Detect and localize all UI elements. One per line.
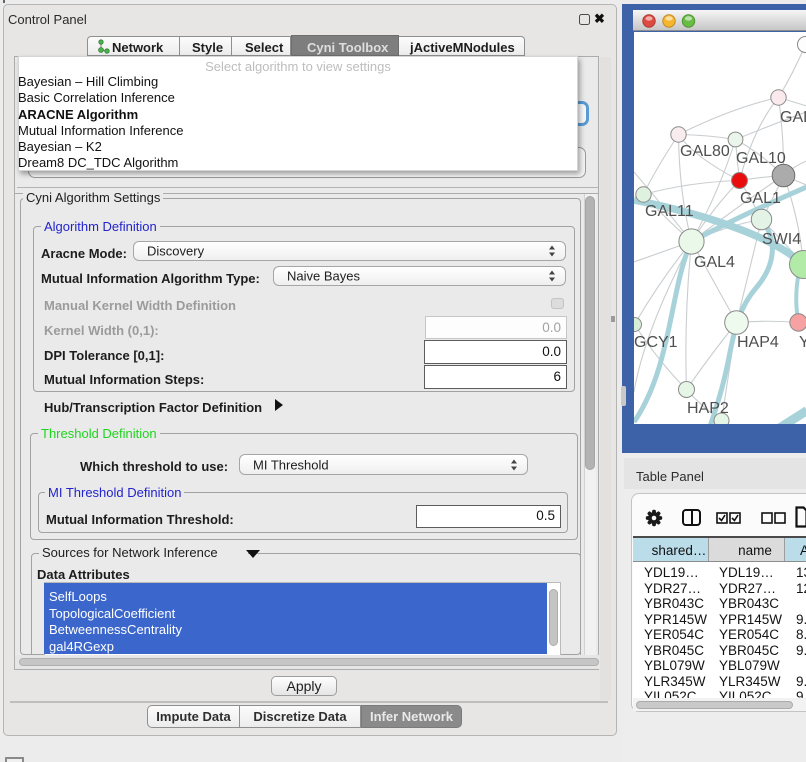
svg-text:GAL4: GAL4 — [694, 254, 735, 271]
svg-text:GAL80: GAL80 — [680, 143, 730, 160]
svg-text:GAL11: GAL11 — [645, 203, 694, 220]
svg-text:GAL10: GAL10 — [736, 150, 786, 167]
svg-text:Y: Y — [799, 334, 806, 351]
svg-text:HAP2: HAP2 — [687, 400, 729, 417]
svg-text:GAL: GAL — [780, 109, 806, 126]
svg-text:SWI4: SWI4 — [762, 231, 801, 248]
svg-text:GCY1: GCY1 — [634, 334, 678, 351]
svg-text:HAP4: HAP4 — [737, 334, 779, 351]
svg-text:GAL1: GAL1 — [740, 190, 781, 207]
